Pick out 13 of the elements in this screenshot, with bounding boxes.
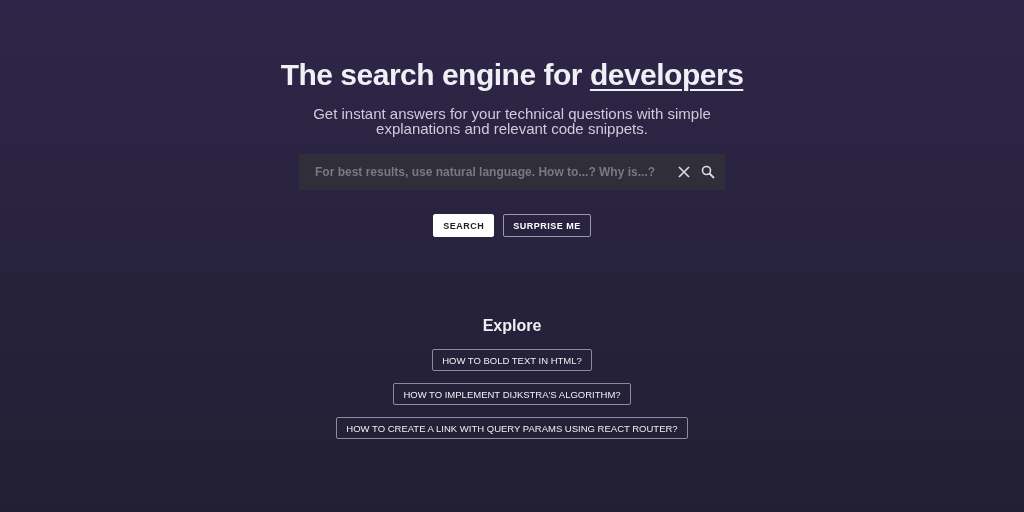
- developers-link[interactable]: developers: [589, 58, 744, 92]
- surprise-button[interactable]: SURPRISE ME: [503, 214, 591, 237]
- explore-heading: Explore: [482, 317, 542, 335]
- search-input[interactable]: For best results, use natural language. How to...? Why is...?: [313, 164, 667, 180]
- close-icon[interactable]: [677, 165, 691, 179]
- search-bar[interactable]: For best results, use natural language. How to...? Why is...?: [299, 154, 725, 190]
- suggestion-button[interactable]: HOW TO CREATE A LINK WITH QUERY PARAMS USING REACT ROUTER?: [336, 417, 688, 439]
- suggestion-button[interactable]: HOW TO BOLD TEXT IN HTML?: [432, 349, 592, 371]
- search-icon[interactable]: [701, 165, 715, 179]
- hero-subtitle: Get instant answers for your technical questions with simple explanations and relevant code snippets.: [312, 106, 712, 136]
- search-button[interactable]: SEARCH: [433, 214, 495, 237]
- suggestion-button[interactable]: HOW TO IMPLEMENT DIJKSTRA'S ALGORITHM?: [393, 383, 631, 405]
- hero-title: The search engine for: [280, 58, 582, 92]
